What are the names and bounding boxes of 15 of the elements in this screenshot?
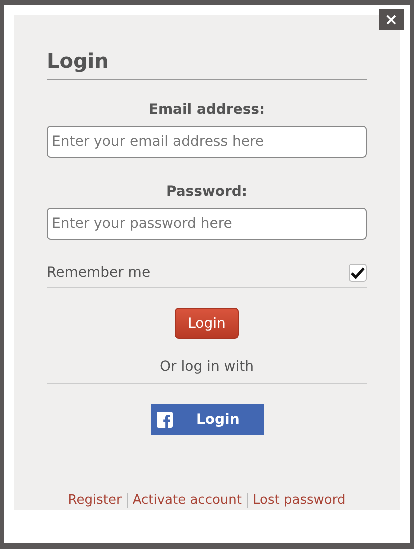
field-label: Email address:: [148, 102, 266, 118]
input-field[interactable]: Enter your password here: [47, 208, 367, 240]
input-field[interactable]: Enter your email address here: [47, 126, 367, 158]
facebook-icon: [156, 412, 172, 428]
divider-text: Or log in with: [47, 359, 367, 384]
login-button[interactable]: Login: [175, 308, 239, 339]
footer-link[interactable]: Register: [63, 493, 127, 508]
facebook-login-button[interactable]: Login: [150, 404, 264, 435]
remember-checkbox[interactable]: [349, 264, 367, 282]
dialog-title: Login: [47, 49, 367, 80]
remember-label: Remember me: [47, 265, 151, 281]
field-label: Password:: [166, 184, 248, 200]
footer-link[interactable]: Activate account: [126, 493, 248, 508]
footer-link[interactable]: Lost password: [247, 493, 351, 508]
close-button[interactable]: ×: [379, 9, 404, 30]
